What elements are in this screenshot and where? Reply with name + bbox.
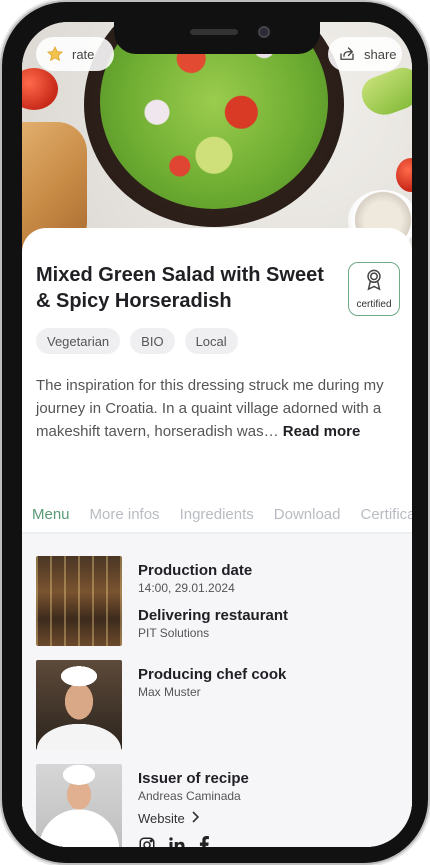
website-label: Website [138, 811, 185, 826]
issuer-info: Issuer of recipe Andreas Caminada Websit… [138, 764, 249, 847]
tab-more-infos[interactable]: More infos [80, 496, 170, 532]
lime-decoration [356, 62, 412, 122]
speaker-grille [190, 29, 238, 35]
chef-row: Producing chef cook Max Muster [36, 660, 286, 750]
linkedin-icon[interactable] [168, 836, 186, 847]
share-button[interactable]: share [328, 37, 402, 71]
front-camera [258, 26, 270, 38]
tab-certificates[interactable]: Certificates [351, 496, 413, 532]
restaurant-photo [36, 556, 122, 646]
restaurant-label: Delivering restaurant [138, 607, 289, 624]
menu-content: Production date 14:00, 29.01.2024 Delive… [22, 534, 412, 847]
app-screen: rate share Mixed Green Salad with Sweet … [22, 22, 412, 847]
chef-value: Max Muster [138, 685, 201, 699]
certified-label: certified [356, 299, 392, 310]
issuer-row: Issuer of recipe Andreas Caminada Websit… [36, 764, 249, 847]
share-icon [338, 45, 356, 63]
production-date-value: 14:00, 29.01.2024 [138, 581, 235, 595]
phone-frame: rate share Mixed Green Salad with Sweet … [2, 2, 428, 863]
tab-download[interactable]: Download [264, 496, 351, 532]
chef-info: Producing chef cook Max Muster [138, 660, 286, 750]
recipe-description: The inspiration for this dressing struck… [36, 374, 396, 443]
website-link[interactable]: Website [138, 811, 249, 826]
phone-notch [114, 22, 320, 54]
tag-local: Local [184, 328, 238, 354]
instagram-icon[interactable] [138, 836, 156, 847]
chef-photo [36, 660, 122, 750]
restaurant-value: PIT Solutions [138, 626, 210, 640]
certified-badge[interactable]: certified [348, 262, 400, 316]
tag-list: Vegetarian BIO Local [36, 328, 238, 354]
star-icon [46, 45, 64, 63]
chef-label: Producing chef cook [138, 666, 287, 683]
tab-ingredients[interactable]: Ingredients [170, 496, 264, 532]
facebook-icon[interactable] [198, 836, 210, 847]
tag-bio: BIO [130, 328, 175, 354]
share-label: share [364, 46, 397, 62]
tab-bar: Menu More infos Ingredients Download Cer… [22, 496, 412, 534]
restaurant-info: Production date 14:00, 29.01.2024 Delive… [138, 556, 288, 651]
tab-menu[interactable]: Menu [22, 496, 80, 532]
production-date-label: Production date [138, 562, 253, 579]
read-more-link[interactable]: Read more [283, 423, 361, 440]
recipe-card: Mixed Green Salad with Sweet & Spicy Hor… [22, 228, 412, 847]
restaurant-row: Production date 14:00, 29.01.2024 Delive… [36, 556, 288, 651]
recipe-title: Mixed Green Salad with Sweet & Spicy Hor… [36, 264, 324, 312]
rate-button[interactable]: rate [36, 37, 114, 71]
tomato-decoration [22, 68, 58, 110]
rate-label: rate [72, 46, 95, 62]
tag-vegetarian: Vegetarian [36, 328, 121, 354]
chevron-right-icon [191, 811, 199, 826]
award-icon [363, 268, 385, 297]
tomato-decoration-right [396, 158, 412, 192]
issuer-label: Issuer of recipe [138, 770, 249, 787]
issuer-photo [36, 764, 122, 847]
social-links [138, 836, 249, 847]
issuer-value: Andreas Caminada [138, 789, 241, 803]
